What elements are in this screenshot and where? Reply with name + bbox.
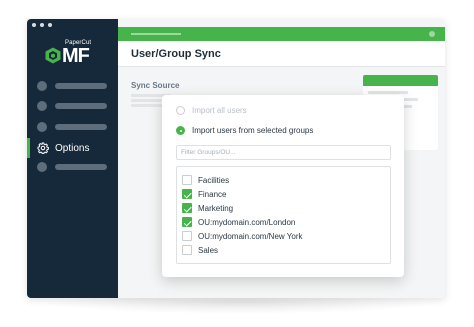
window-dot[interactable] [32, 23, 36, 27]
list-item-label: Finance [198, 189, 227, 199]
nav-placeholder-text [55, 83, 107, 89]
list-item[interactable]: Sales [182, 244, 218, 256]
list-item[interactable]: OU:mydomain.com/London [182, 216, 295, 228]
sync-source-dialog: Import all users Import users from selec… [162, 95, 404, 277]
list-item-label: Sales [198, 245, 219, 255]
nav-bullet-icon [37, 162, 47, 172]
sidebar-item[interactable] [37, 101, 107, 111]
window-controls [32, 23, 52, 27]
nav-placeholder-text [55, 164, 107, 170]
list-item-label: OU:mydomain.com/London [198, 217, 296, 227]
group-list: Facilities Finance Marketing OU:mydomain… [176, 166, 391, 264]
active-indicator [27, 138, 30, 158]
radio-label: Import users from selected groups [192, 126, 314, 135]
placeholder-line [368, 91, 408, 94]
nav-bullet-icon [37, 101, 47, 111]
sidebar-item[interactable] [37, 122, 107, 132]
window-dot[interactable] [40, 23, 44, 27]
radio-button[interactable] [176, 106, 185, 115]
brand-large-text: MF [62, 45, 90, 67]
placeholder-line [131, 99, 165, 102]
user-avatar-icon[interactable] [429, 31, 435, 37]
sidebar-item-label: Options [55, 142, 90, 154]
nav-bullet-icon [37, 122, 47, 132]
list-item-label: Marketing [198, 203, 234, 213]
checkbox[interactable] [182, 203, 192, 213]
section-label: Sync Source [131, 81, 180, 90]
list-item[interactable]: Finance [182, 188, 226, 200]
sidebar-item[interactable] [37, 81, 107, 91]
checkbox[interactable] [182, 245, 192, 255]
sidebar-item[interactable] [37, 162, 107, 172]
list-item-label: OU:mydomain.com/New York [198, 231, 303, 241]
checkbox[interactable] [182, 217, 192, 227]
list-item[interactable]: Marketing [182, 202, 233, 214]
papercut-logo: PaperCut MF [45, 40, 105, 70]
page-title: User/Group Sync [131, 48, 221, 60]
nav-bullet-icon [37, 81, 47, 91]
radio-import-selected[interactable]: Import users from selected groups [176, 126, 313, 135]
nav-placeholder-text [55, 103, 107, 109]
list-item[interactable]: OU:mydomain.com/New York [182, 230, 302, 242]
radio-button[interactable] [176, 126, 185, 135]
top-bar [118, 27, 445, 41]
top-bar-placeholder [131, 33, 181, 35]
window-dot[interactable] [48, 23, 52, 27]
page-header: User/Group Sync [118, 41, 445, 67]
sidebar-item-options[interactable]: Options [27, 138, 118, 158]
filter-input[interactable]: Filter Groups/OU... [176, 145, 391, 160]
list-item-label: Facilities [198, 175, 230, 185]
stage: PaperCut MF Options User/Group Sync Sync… [0, 0, 474, 327]
hexagon-logo-icon [45, 47, 61, 64]
checkbox[interactable] [182, 231, 192, 241]
checkbox[interactable] [182, 189, 192, 199]
sidebar: PaperCut MF Options [27, 19, 118, 298]
list-item[interactable]: Facilities [182, 174, 229, 186]
gear-icon [37, 142, 49, 154]
nav-placeholder-text [55, 124, 107, 130]
side-panel-header [363, 75, 438, 86]
radio-label: Import all users [192, 106, 247, 115]
checkbox[interactable] [182, 175, 192, 185]
radio-import-all[interactable]: Import all users [176, 106, 247, 115]
